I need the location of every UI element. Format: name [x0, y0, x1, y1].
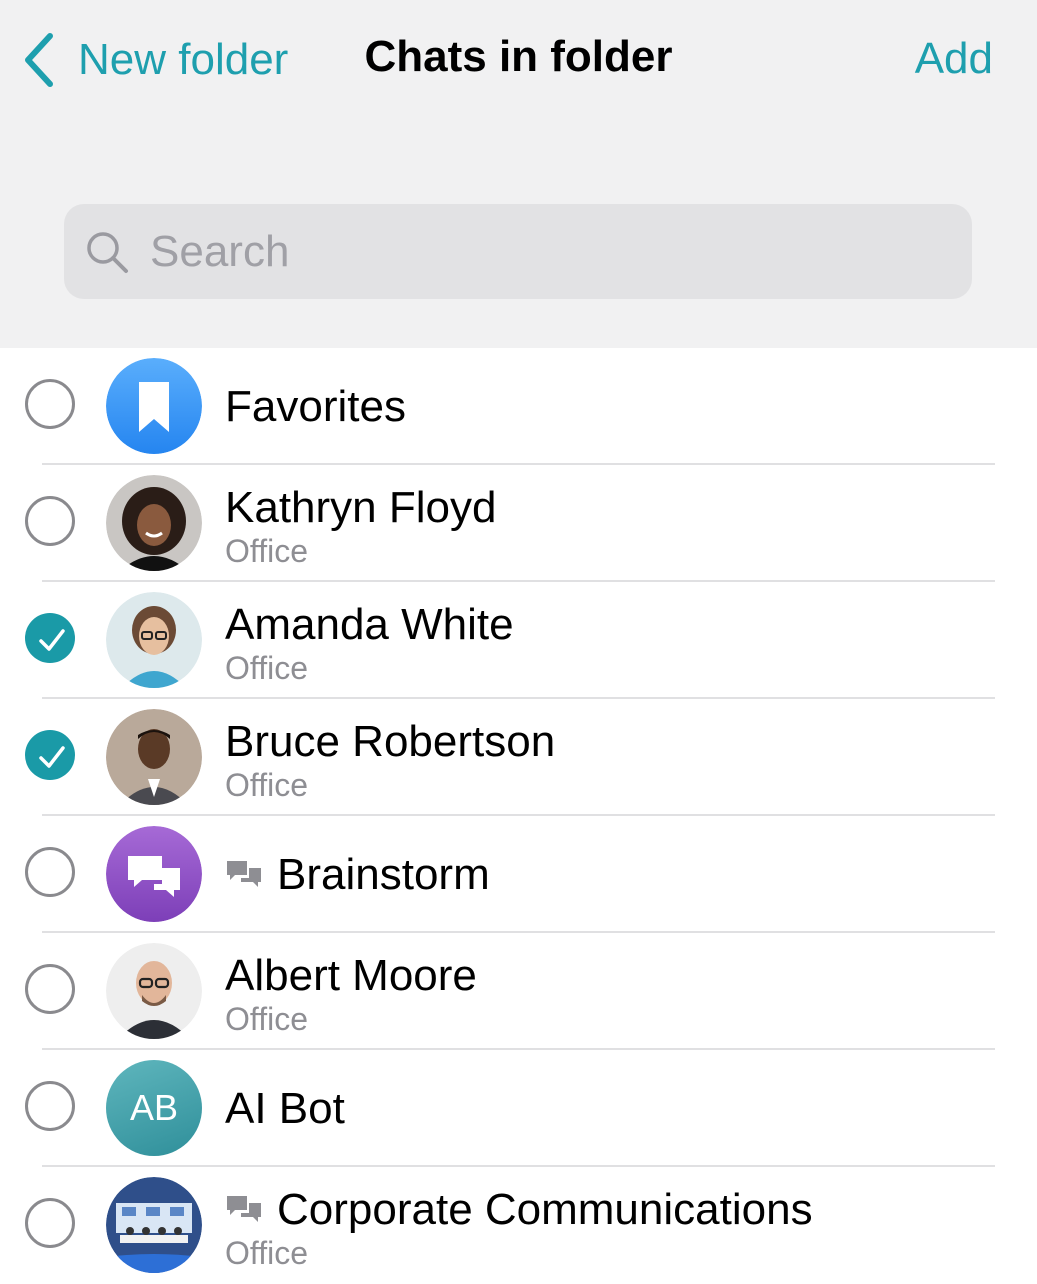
avatar [106, 943, 202, 1039]
select-checkbox[interactable] [25, 964, 75, 1014]
select-checkbox-checked[interactable] [25, 730, 75, 780]
chat-name: Favorites [225, 382, 406, 431]
checkmark-icon [39, 746, 65, 768]
avatar [106, 826, 202, 922]
page-title: Chats in folder [364, 32, 673, 81]
navigation-header: New folder Chats in folder Add [0, 0, 1037, 348]
select-checkbox[interactable] [25, 379, 75, 429]
chat-row-corporate-communications[interactable]: Corporate Communications Office [0, 1167, 1037, 1284]
chat-folder-label: Office [225, 533, 308, 569]
chat-name: Albert Moore [225, 951, 477, 1000]
chat-list: Favorites Kathryn Floyd Office Amanda Wh… [0, 348, 1037, 1284]
chat-name: Bruce Robertson [225, 717, 556, 766]
avatar [106, 1177, 202, 1273]
chat-row-albert-moore[interactable]: Albert Moore Office [0, 933, 1037, 1050]
avatar-initials: AB [106, 1060, 202, 1156]
chat-folder-label: Office [225, 1001, 308, 1037]
chat-row-bruce-robertson[interactable]: Bruce Robertson Office [0, 699, 1037, 816]
chat-folder-label: Office [225, 767, 308, 803]
add-button[interactable]: Add [915, 34, 993, 84]
chat-row-ai-bot[interactable]: AB AI Bot [0, 1050, 1037, 1167]
chat-row-brainstorm[interactable]: Brainstorm [0, 816, 1037, 933]
select-checkbox[interactable] [25, 1081, 75, 1131]
search-input[interactable] [148, 225, 932, 278]
select-checkbox[interactable] [25, 496, 75, 546]
search-icon [87, 231, 128, 273]
search-bar[interactable] [64, 204, 972, 299]
avatar [106, 709, 202, 805]
select-checkbox[interactable] [25, 1198, 75, 1248]
chat-name-text: Brainstorm [277, 850, 490, 899]
avatar [106, 592, 202, 688]
checkmark-icon [39, 629, 65, 651]
chat-folder-label: Office [225, 650, 308, 686]
chat-name: Kathryn Floyd [225, 483, 497, 532]
chat-row-favorites[interactable]: Favorites [0, 348, 1037, 465]
group-chat-icon [227, 1196, 261, 1222]
avatar [106, 475, 202, 571]
chat-row-amanda-white[interactable]: Amanda White Office [0, 582, 1037, 699]
chat-name-text: Corporate Communications [277, 1185, 813, 1234]
chat-name: Corporate Communications [225, 1185, 813, 1235]
avatar: AB [106, 1060, 202, 1156]
avatar [106, 358, 202, 454]
select-checkbox-checked[interactable] [25, 613, 75, 663]
chat-row-kathryn-floyd[interactable]: Kathryn Floyd Office [0, 465, 1037, 582]
chat-name: Brainstorm [225, 850, 490, 900]
chat-name: Amanda White [225, 600, 514, 649]
chat-folder-label: Office [225, 1235, 308, 1271]
group-chat-icon [227, 861, 261, 887]
chat-name: AI Bot [225, 1084, 345, 1133]
select-checkbox[interactable] [25, 847, 75, 897]
